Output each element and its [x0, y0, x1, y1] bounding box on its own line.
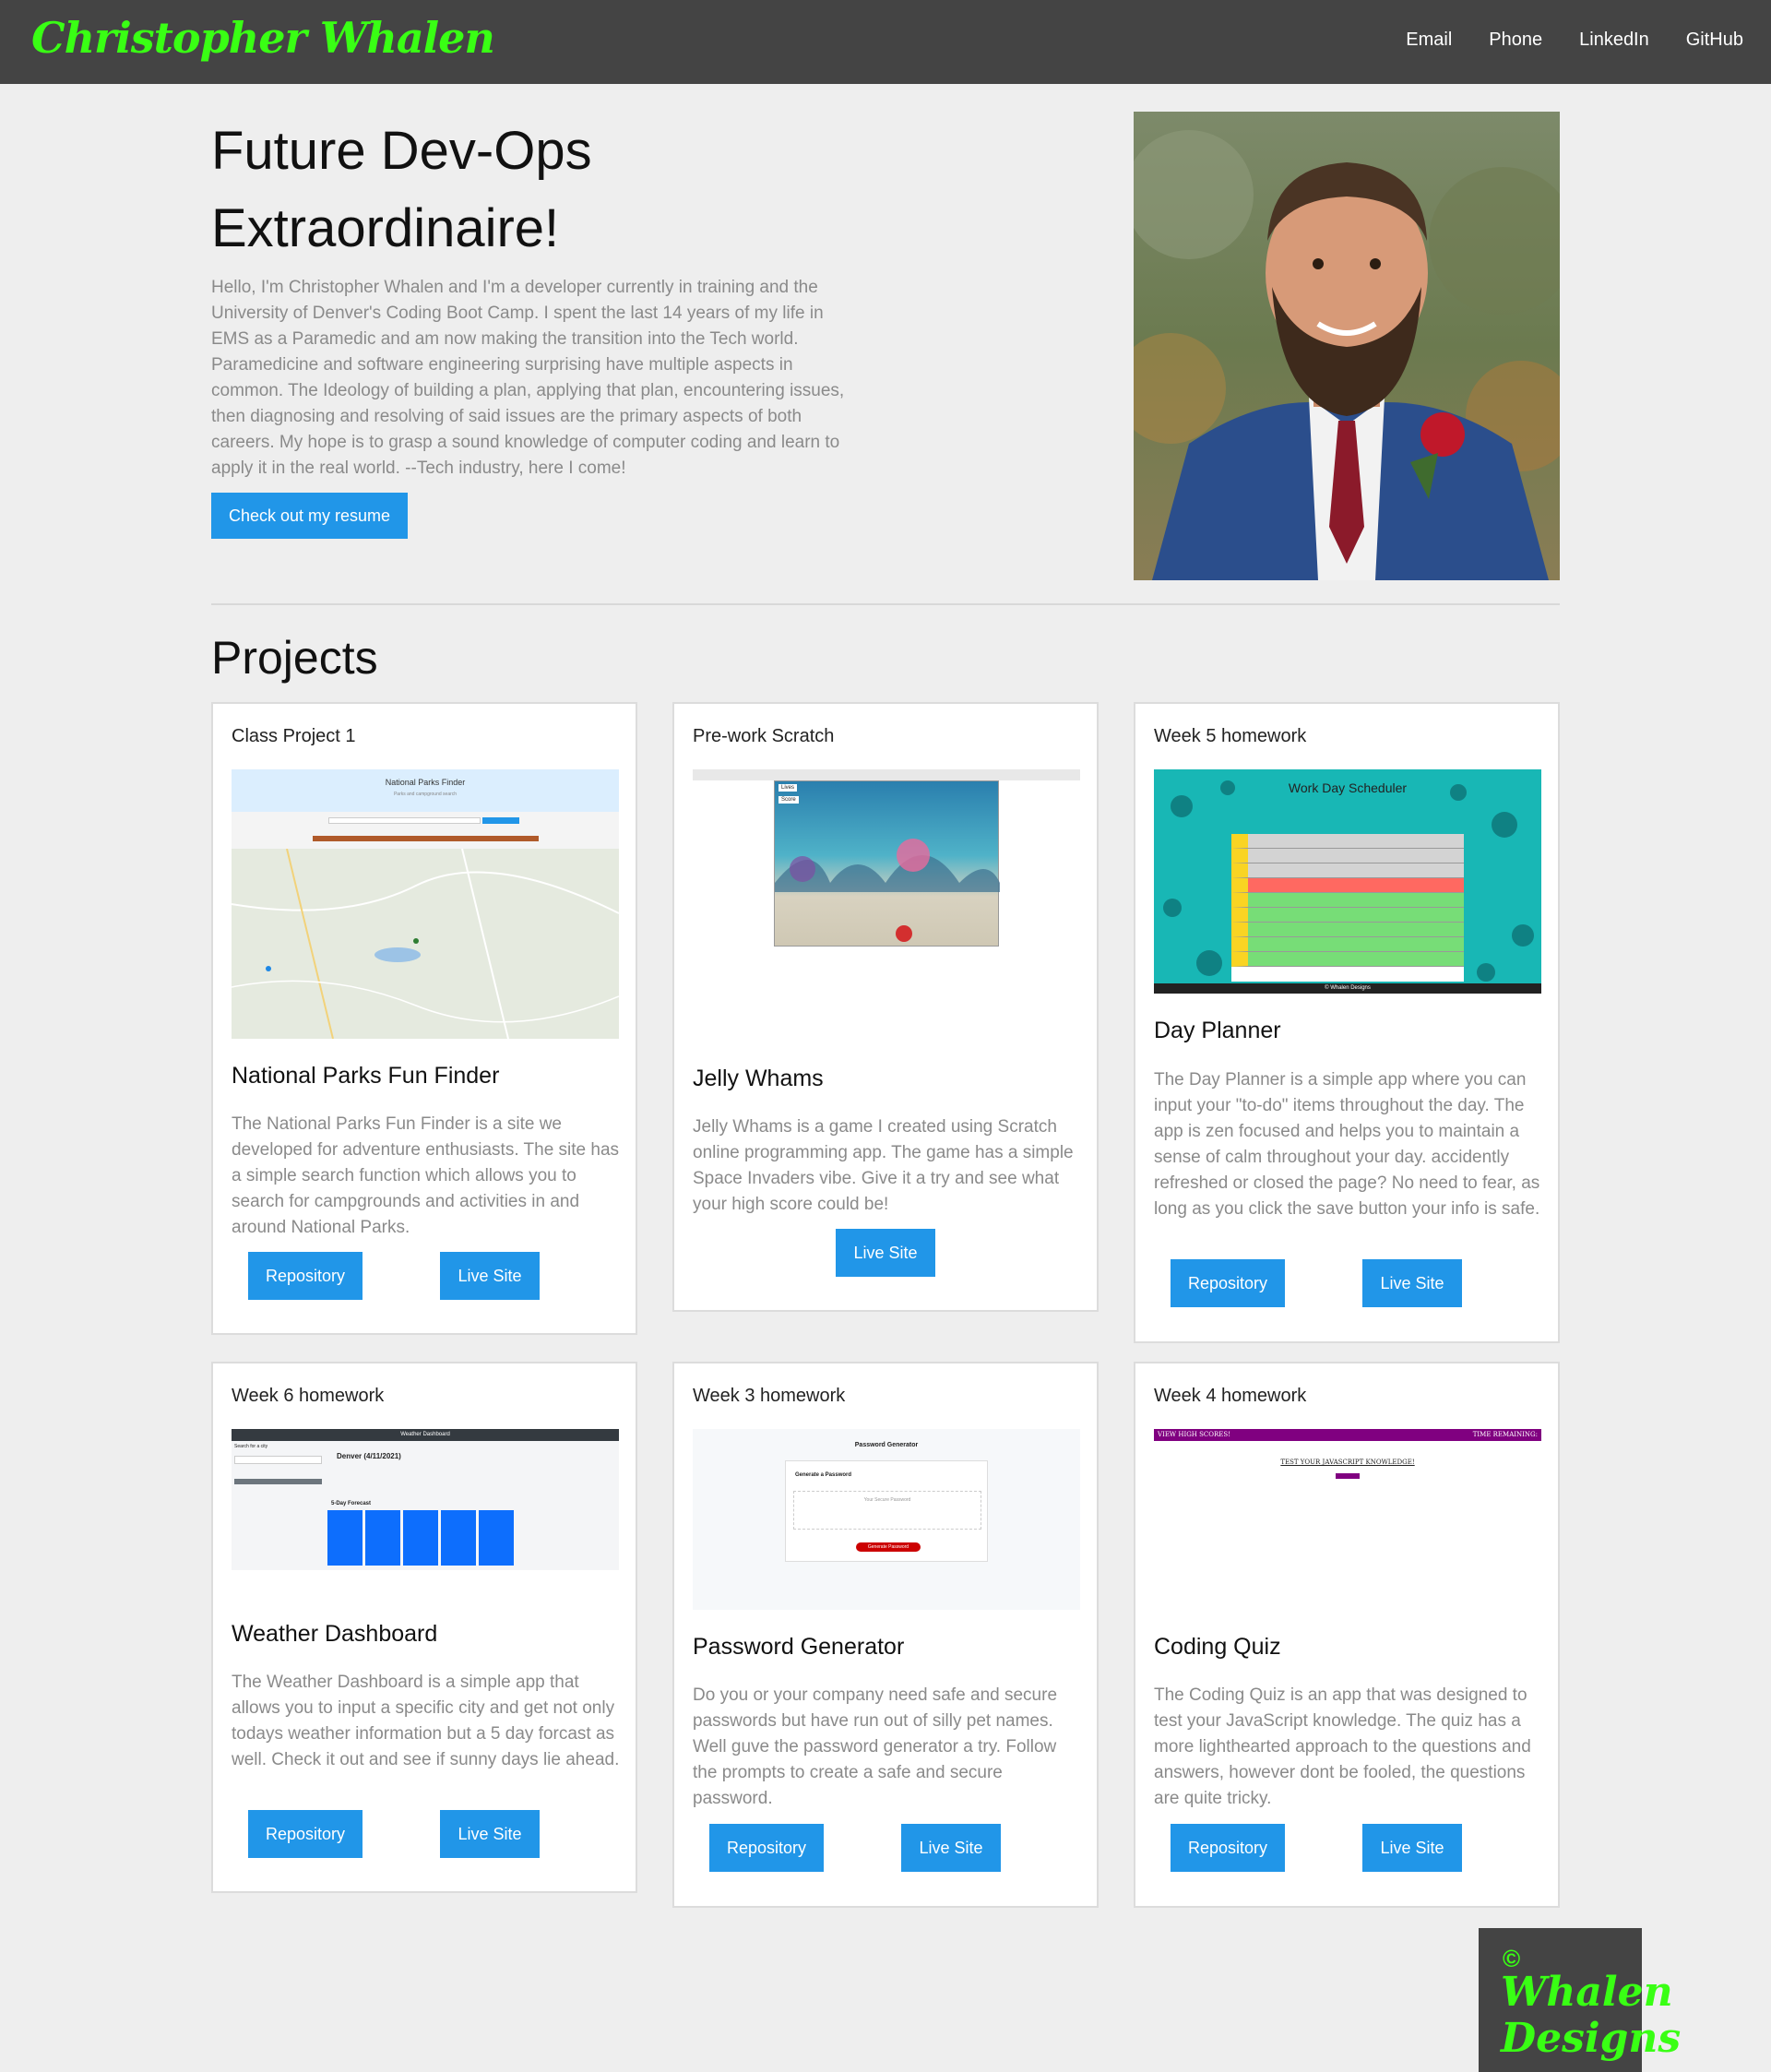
- nav-linkedin-link[interactable]: LinkedIn: [1579, 30, 1649, 51]
- project-card-password-generator: Week 3 homework Password Generator Gener…: [672, 1362, 1099, 1908]
- screenshot-heading: National Parks Finder: [385, 778, 466, 787]
- repository-button[interactable]: Repository: [1171, 1259, 1285, 1307]
- map-illustration: [232, 848, 619, 1039]
- project-title: Weather Dashboard: [232, 1621, 438, 1647]
- project-description: The National Parks Fun Finder is a site …: [232, 1114, 620, 1237]
- screenshot-search-label: Search for a city: [234, 1444, 268, 1449]
- top-navbar: Christopher Whalen Email Phone LinkedIn …: [0, 0, 1771, 84]
- project-title: Day Planner: [1154, 1018, 1281, 1043]
- project-label: Week 6 homework: [232, 1386, 385, 1406]
- screenshot-start-button: [1336, 1473, 1360, 1479]
- hero-title-line2: Extraordinaire!: [211, 198, 560, 258]
- project-title: National Parks Fun Finder: [232, 1063, 500, 1089]
- screenshot-heading: Password Generator: [854, 1442, 919, 1448]
- project-screenshot[interactable]: Weather Dashboard Search for a city Denv…: [232, 1429, 619, 1570]
- project-screenshot[interactable]: Lives Score: [693, 769, 1080, 954]
- screenshot-forecast-cards: [327, 1510, 514, 1566]
- hero-title-line1: Future Dev-Ops: [211, 121, 592, 181]
- project-card-national-parks: Class Project 1 National Parks Finder Pa…: [211, 702, 637, 1335]
- footer-logo-line2: Designs: [1501, 2015, 1682, 2062]
- project-description: Jelly Whams is a game I created using Sc…: [693, 1117, 1074, 1214]
- screenshot-header: Weather Dashboard: [232, 1429, 619, 1441]
- project-label: Week 4 homework: [1154, 1386, 1307, 1406]
- project-screenshot[interactable]: Work Day Scheduler © Whalen Designs: [1154, 769, 1541, 994]
- screenshot-sub: Parks and campground search: [393, 792, 458, 797]
- hero-title: Future Dev-Ops Extraordinaire!: [211, 113, 857, 268]
- screenshot-search-input: [234, 1456, 322, 1464]
- resume-button[interactable]: Check out my resume: [211, 493, 408, 539]
- project-description: Do you or your company need safe and sec…: [693, 1685, 1058, 1808]
- live-site-button[interactable]: Live Site: [836, 1229, 935, 1277]
- project-label: Pre-work Scratch: [693, 726, 835, 746]
- live-site-button[interactable]: Live Site: [440, 1252, 540, 1300]
- screenshot-forecast-label: 5-Day Forecast: [331, 1501, 372, 1506]
- nav-email-link[interactable]: Email: [1406, 30, 1452, 51]
- hero-intro: Hello, I'm Christopher Whalen and I'm a …: [211, 278, 845, 478]
- project-card-coding-quiz: Week 4 homework VIEW HIGH SCORES! TIME R…: [1134, 1362, 1560, 1908]
- screenshot-sub: Generate a Password: [795, 1472, 852, 1478]
- profile-photo: [1134, 112, 1560, 580]
- screenshot-header: [232, 769, 619, 812]
- project-card-jelly-whams: Pre-work Scratch Lives Score Jelly Whams…: [672, 702, 1099, 1312]
- game-illustration: [775, 839, 1000, 942]
- live-site-button[interactable]: Live Site: [901, 1824, 1001, 1872]
- screenshot-search-button: [482, 817, 519, 824]
- project-title: Jelly Whams: [693, 1066, 824, 1091]
- project-description: The Coding Quiz is an app that was desig…: [1154, 1685, 1531, 1808]
- footer-logo: © Whalen Designs: [1479, 1928, 1681, 2072]
- project-card-day-planner: Week 5 homework Work Day Scheduler © Wha…: [1134, 702, 1560, 1343]
- nav-github-link[interactable]: GitHub: [1686, 30, 1743, 51]
- screenshot-time: TIME REMAINING:: [1472, 1431, 1538, 1438]
- repository-button[interactable]: Repository: [709, 1824, 824, 1872]
- project-description: The Weather Dashboard is a simple app th…: [232, 1673, 620, 1769]
- projects-heading: Projects: [211, 632, 378, 684]
- screenshot-generate-button: Generate Password: [856, 1542, 921, 1552]
- repository-button[interactable]: Repository: [248, 1810, 363, 1858]
- screenshot-high-scores: VIEW HIGH SCORES!: [1158, 1431, 1231, 1438]
- live-site-button[interactable]: Live Site: [1362, 1259, 1462, 1307]
- project-label: Week 3 homework: [693, 1386, 846, 1406]
- project-label: Class Project 1: [232, 726, 356, 746]
- brand-logo[interactable]: Christopher Whalen: [31, 13, 495, 63]
- screenshot-schedule: [1231, 834, 1464, 982]
- project-label: Week 5 homework: [1154, 726, 1307, 746]
- project-screenshot[interactable]: VIEW HIGH SCORES! TIME REMAINING: TEST Y…: [1154, 1429, 1541, 1610]
- project-card-weather-dashboard: Week 6 homework Weather Dashboard Search…: [211, 1362, 637, 1893]
- nav-links: Email Phone LinkedIn GitHub: [1406, 30, 1743, 51]
- section-divider: [211, 603, 1560, 605]
- repository-button[interactable]: Repository: [1171, 1824, 1285, 1872]
- project-screenshot[interactable]: Password Generator Generate a Password Y…: [693, 1429, 1080, 1610]
- screenshot-game-stage: Lives Score: [774, 780, 1000, 947]
- screenshot-output: Your Secure Password: [793, 1491, 981, 1530]
- live-site-button[interactable]: Live Site: [1362, 1824, 1462, 1872]
- screenshot-heading: Work Day Scheduler: [1288, 780, 1408, 795]
- screenshot-map: [232, 848, 619, 1039]
- screenshot-clear-button: [234, 1479, 322, 1484]
- project-title: Coding Quiz: [1154, 1634, 1281, 1660]
- footer-logo-line1: Whalen: [1501, 1969, 1673, 2016]
- screenshot-search: [328, 817, 481, 824]
- screenshot-heading: TEST YOUR JAVASCRIPT KNOWLEDGE!: [1280, 1459, 1415, 1466]
- screenshot-panel: Generate a Password Your Secure Password…: [785, 1460, 988, 1562]
- screenshot-city: Denver (4/11/2021): [337, 1452, 401, 1460]
- project-description: The Day Planner is a simple app where yo…: [1154, 1070, 1540, 1219]
- live-site-button[interactable]: Live Site: [440, 1810, 540, 1858]
- screenshot-banner: [313, 836, 539, 841]
- project-screenshot[interactable]: National Parks Finder Parks and campgrou…: [232, 769, 619, 1039]
- project-title: Password Generator: [693, 1634, 905, 1660]
- screenshot-toolbar: [693, 769, 1080, 780]
- profile-photo-illustration: [1134, 112, 1560, 580]
- screenshot-footer: © Whalen Designs: [1154, 983, 1541, 994]
- nav-phone-link[interactable]: Phone: [1489, 30, 1542, 51]
- repository-button[interactable]: Repository: [248, 1252, 363, 1300]
